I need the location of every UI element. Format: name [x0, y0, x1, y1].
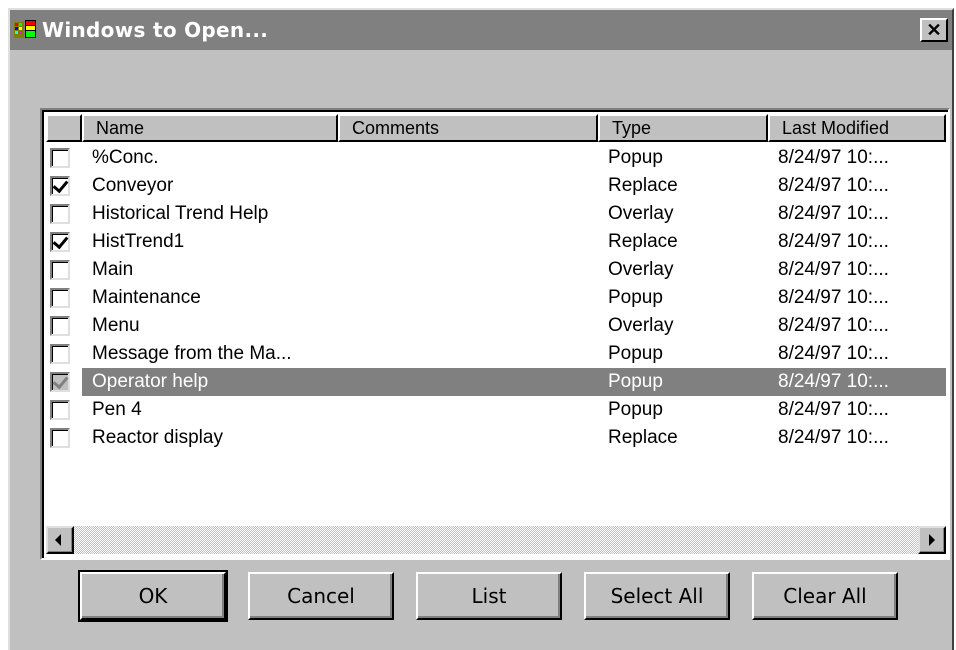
row-last-modified: 8/24/97 10:... — [778, 147, 889, 168]
row-checkbox[interactable] — [50, 176, 70, 196]
row-last-modified: 8/24/97 10:... — [778, 203, 889, 224]
row-type: Popup — [608, 147, 663, 168]
list-item[interactable]: Message from the Ma... Popup 8/24/97 10:..… — [46, 340, 946, 368]
app-window-icon — [14, 20, 36, 38]
list-item[interactable]: Menu Overlay 8/24/97 10:... — [46, 312, 946, 340]
row-last-modified: 8/24/97 10:... — [778, 315, 889, 336]
row-type: Popup — [608, 287, 663, 308]
row-type: Overlay — [608, 315, 674, 336]
list-item[interactable]: Historical Trend Help Overlay 8/24/97 10:.… — [46, 200, 946, 228]
row-name: Maintenance — [92, 287, 201, 308]
row-type: Overlay — [608, 259, 674, 280]
list-item[interactable]: Conveyor Replace 8/24/97 10:... — [46, 172, 946, 200]
row-last-modified: 8/24/97 10:... — [778, 371, 889, 392]
list-item[interactable]: Maintenance Popup 8/24/97 10:... — [46, 284, 946, 312]
row-type: Replace — [608, 231, 678, 252]
scroll-left-button[interactable] — [46, 526, 74, 554]
list-item[interactable]: Pen 4 Popup 8/24/97 10:... — [46, 396, 946, 424]
row-type: Replace — [608, 427, 678, 448]
row-checkbox[interactable] — [50, 148, 70, 168]
row-name: Menu — [92, 315, 140, 336]
row-checkbox[interactable] — [50, 428, 70, 448]
column-header-name[interactable]: Name — [82, 114, 338, 142]
row-checkbox[interactable] — [50, 344, 70, 364]
clear-all-button[interactable]: Clear All — [752, 572, 898, 620]
row-last-modified: 8/24/97 10:... — [778, 399, 889, 420]
row-name: HistTrend1 — [92, 231, 185, 252]
arrow-left-icon — [55, 534, 61, 546]
row-name: Conveyor — [92, 175, 174, 196]
row-checkbox[interactable] — [50, 260, 70, 280]
column-header-check[interactable] — [46, 114, 82, 142]
list-item[interactable]: %Conc. Popup 8/24/97 10:... — [46, 144, 946, 172]
horizontal-scrollbar[interactable] — [46, 526, 946, 554]
row-name: %Conc. — [92, 147, 159, 168]
row-type: Overlay — [608, 203, 674, 224]
windows-to-open-dialog: Windows to Open... ✕ Name Comments Type … — [8, 8, 954, 650]
window-title: Windows to Open... — [42, 18, 269, 42]
row-name: Pen 4 — [92, 399, 142, 420]
row-name: Historical Trend Help — [92, 203, 269, 224]
arrow-right-icon — [929, 534, 935, 546]
row-last-modified: 8/24/97 10:... — [778, 175, 889, 196]
list-button[interactable]: List — [416, 572, 562, 620]
row-last-modified: 8/24/97 10:... — [778, 259, 889, 280]
row-type: Popup — [608, 343, 663, 364]
row-type: Replace — [608, 175, 678, 196]
row-name: Operator help — [92, 371, 209, 392]
select-all-button[interactable]: Select All — [584, 572, 730, 620]
row-name: Main — [92, 259, 134, 280]
column-header-last-modified[interactable]: Last Modified — [768, 114, 946, 142]
list-header: Name Comments Type Last Modified — [46, 114, 946, 142]
windows-list[interactable]: Name Comments Type Last Modified %Conc. P… — [40, 108, 950, 560]
cancel-button[interactable]: Cancel — [248, 572, 394, 620]
row-last-modified: 8/24/97 10:... — [778, 343, 889, 364]
list-item[interactable]: Operator help Popup 8/24/97 10:... — [46, 368, 946, 396]
column-header-comments[interactable]: Comments — [338, 114, 598, 142]
title-bar[interactable]: Windows to Open... ✕ — [10, 10, 952, 50]
scroll-right-button[interactable] — [918, 526, 946, 554]
list-item[interactable]: HistTrend1 Replace 8/24/97 10:... — [46, 228, 946, 256]
ok-button[interactable]: OK — [78, 570, 228, 622]
row-last-modified: 8/24/97 10:... — [778, 287, 889, 308]
row-type: Popup — [608, 399, 663, 420]
row-last-modified: 8/24/97 10:... — [778, 231, 889, 252]
row-name: Reactor display — [92, 427, 223, 448]
row-checkbox[interactable] — [50, 288, 70, 308]
row-checkbox[interactable] — [50, 204, 70, 224]
row-checkbox[interactable] — [50, 400, 70, 420]
column-header-type[interactable]: Type — [598, 114, 768, 142]
close-button[interactable]: ✕ — [920, 18, 948, 42]
list-item[interactable]: Main Overlay 8/24/97 10:... — [46, 256, 946, 284]
row-checkbox[interactable] — [50, 232, 70, 252]
close-icon: ✕ — [926, 20, 942, 40]
row-checkbox[interactable] — [50, 316, 70, 336]
row-last-modified: 8/24/97 10:... — [778, 427, 889, 448]
row-checkbox[interactable] — [50, 372, 70, 392]
row-type: Popup — [608, 371, 663, 392]
row-name: Message from the Ma... — [92, 343, 292, 364]
list-item[interactable]: Reactor display Replace 8/24/97 10:... — [46, 424, 946, 452]
